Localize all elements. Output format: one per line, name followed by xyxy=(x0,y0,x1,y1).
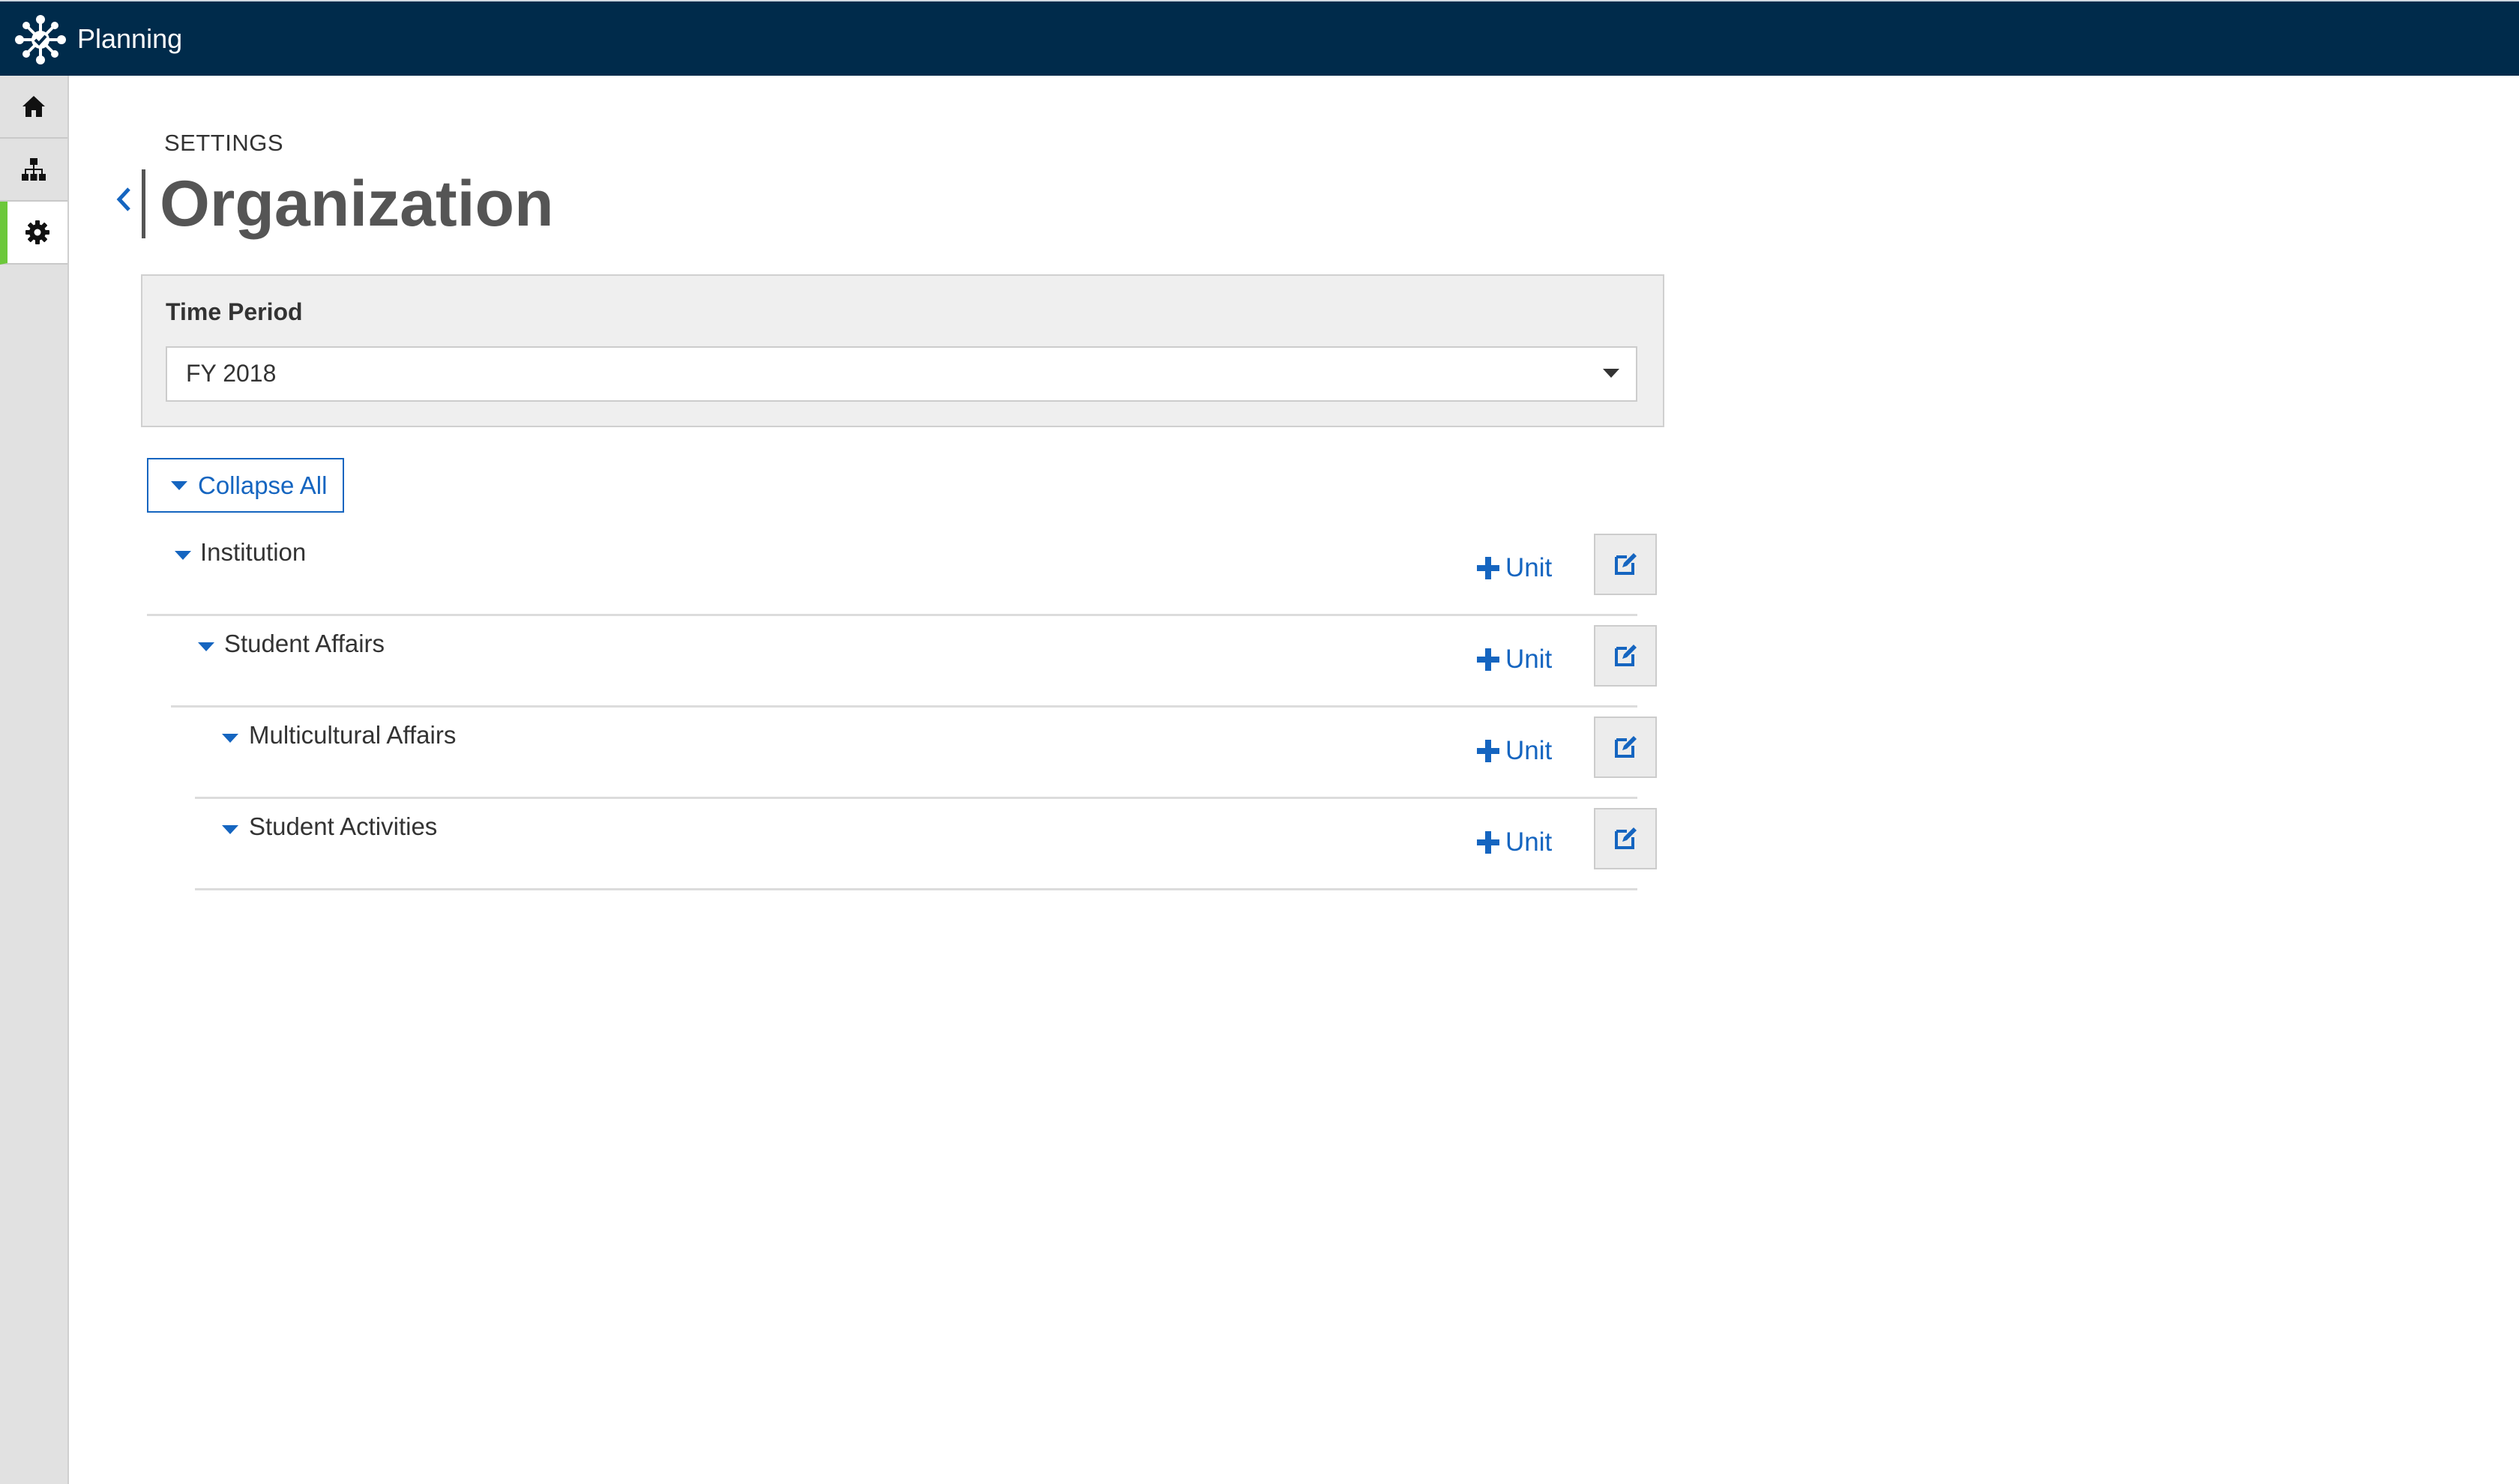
edit-button[interactable] xyxy=(1594,625,1657,687)
edit-button[interactable] xyxy=(1594,534,1657,595)
add-unit-label: Unit xyxy=(1505,827,1553,857)
plus-icon xyxy=(1477,648,1499,671)
time-period-value: FY 2018 xyxy=(186,360,277,387)
sidebar xyxy=(0,76,69,1484)
expand-toggle-icon[interactable] xyxy=(222,825,238,834)
sidebar-item-settings[interactable] xyxy=(0,202,67,265)
add-unit-label: Unit xyxy=(1505,736,1553,765)
title-divider xyxy=(142,169,145,238)
expand-toggle-icon[interactable] xyxy=(198,642,214,651)
tree-node-name: Multicultural Affairs xyxy=(249,721,457,749)
time-period-label: Time Period xyxy=(166,298,303,325)
edit-icon xyxy=(1615,645,1637,666)
tree-node-name: Student Affairs xyxy=(224,630,385,657)
caret-down-icon xyxy=(1603,369,1619,378)
planning-logo-icon xyxy=(15,15,66,64)
sidebar-item-home[interactable] xyxy=(0,76,67,139)
plus-icon xyxy=(1477,740,1499,762)
home-icon xyxy=(22,96,45,117)
edit-icon xyxy=(1615,736,1637,758)
add-unit-button[interactable]: Unit xyxy=(1477,824,1552,860)
time-period-panel: Time Period FY 2018 xyxy=(141,274,1664,427)
tree-row-student-activities: Student Activities Unit xyxy=(195,799,1657,890)
org-chart-icon xyxy=(22,158,46,181)
tree-node-name: Student Activities xyxy=(249,812,438,840)
back-chevron-icon[interactable] xyxy=(112,184,135,214)
time-period-select[interactable]: FY 2018 xyxy=(166,346,1637,402)
page-title: Organization xyxy=(160,168,554,240)
add-unit-label: Unit xyxy=(1505,645,1553,674)
tree-row-student-affairs: Student Affairs Unit xyxy=(171,616,1657,708)
edit-button[interactable] xyxy=(1594,808,1657,869)
caret-down-icon xyxy=(171,481,187,490)
plus-icon xyxy=(1477,557,1499,579)
expand-toggle-icon[interactable] xyxy=(175,551,191,560)
tree-row-institution: Institution Unit xyxy=(147,525,1657,616)
edit-icon xyxy=(1615,827,1637,849)
add-unit-button[interactable]: Unit xyxy=(1477,642,1552,678)
top-bar: Planning xyxy=(0,0,2519,76)
collapse-all-label: Collapse All xyxy=(198,471,328,499)
breadcrumb-settings: SETTINGS xyxy=(164,130,284,156)
add-unit-button[interactable]: Unit xyxy=(1477,550,1552,586)
edit-button[interactable] xyxy=(1594,717,1657,778)
expand-toggle-icon[interactable] xyxy=(222,734,238,743)
edit-icon xyxy=(1615,553,1637,575)
app-title: Planning xyxy=(77,23,183,54)
collapse-all-button[interactable]: Collapse All xyxy=(147,458,344,513)
sidebar-item-organization[interactable] xyxy=(0,139,67,202)
add-unit-label: Unit xyxy=(1505,553,1553,582)
plus-icon xyxy=(1477,831,1499,854)
tree-node-name: Institution xyxy=(200,538,307,566)
tree-row-multicultural-affairs: Multicultural Affairs Unit xyxy=(195,708,1657,799)
add-unit-button[interactable]: Unit xyxy=(1477,733,1552,769)
gear-icon xyxy=(25,220,49,244)
